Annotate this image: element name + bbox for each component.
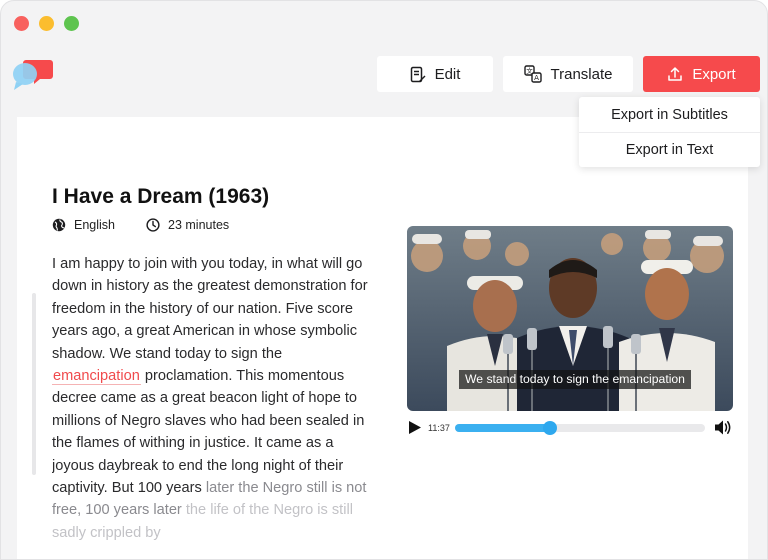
edit-document-icon — [410, 66, 426, 82]
highlighted-word[interactable]: emancipation — [52, 368, 141, 386]
progress-bar[interactable] — [455, 421, 705, 435]
progress-fill — [455, 424, 550, 432]
volume-icon[interactable] — [714, 419, 732, 436]
maximize-window-button[interactable] — [64, 16, 79, 31]
app-logo-icon — [13, 60, 53, 90]
translate-button[interactable]: 文 A Translate — [503, 56, 633, 92]
page-title: I Have a Dream (1963) — [52, 185, 270, 208]
transcript-segment: I am happy to join with you today, in wh… — [52, 256, 368, 362]
clock-icon — [146, 218, 160, 232]
export-button-label: Export — [692, 65, 736, 83]
duration-meta: 23 minutes — [146, 218, 229, 232]
export-text-item[interactable]: Export in Text — [579, 132, 760, 167]
transcript-scroll-indicator[interactable] — [32, 293, 36, 475]
duration-label: 23 minutes — [168, 218, 230, 232]
translate-button-label: Translate — [550, 65, 613, 83]
close-window-button[interactable] — [14, 16, 29, 31]
window-controls — [14, 16, 79, 31]
upload-icon — [668, 67, 683, 81]
language-label: English — [74, 218, 115, 232]
export-subtitles-item[interactable]: Export in Subtitles — [579, 97, 760, 132]
video-controls: 11:37 — [407, 417, 733, 439]
globe-icon — [52, 218, 66, 232]
svg-text:A: A — [534, 74, 539, 82]
edit-button[interactable]: Edit — [377, 56, 493, 92]
minimize-window-button[interactable] — [39, 16, 54, 31]
current-time: 11:37 — [428, 423, 450, 433]
progress-thumb[interactable] — [543, 421, 557, 435]
video-caption: We stand today to sign the emancipation — [459, 370, 691, 389]
edit-button-label: Edit — [434, 65, 461, 83]
export-button[interactable]: Export — [643, 56, 760, 92]
transcript-text: I am happy to join with you today, in wh… — [52, 253, 372, 543]
translate-icon: 文 A — [523, 65, 542, 83]
language-meta: English — [52, 218, 115, 232]
play-icon[interactable] — [408, 420, 422, 435]
app-window: Edit 文 A Translate Export Export in Subt… — [0, 0, 768, 560]
export-menu: Export in Subtitles Export in Text — [579, 97, 760, 167]
transcript-segment: proclamation. This momentous decree came… — [52, 368, 365, 497]
